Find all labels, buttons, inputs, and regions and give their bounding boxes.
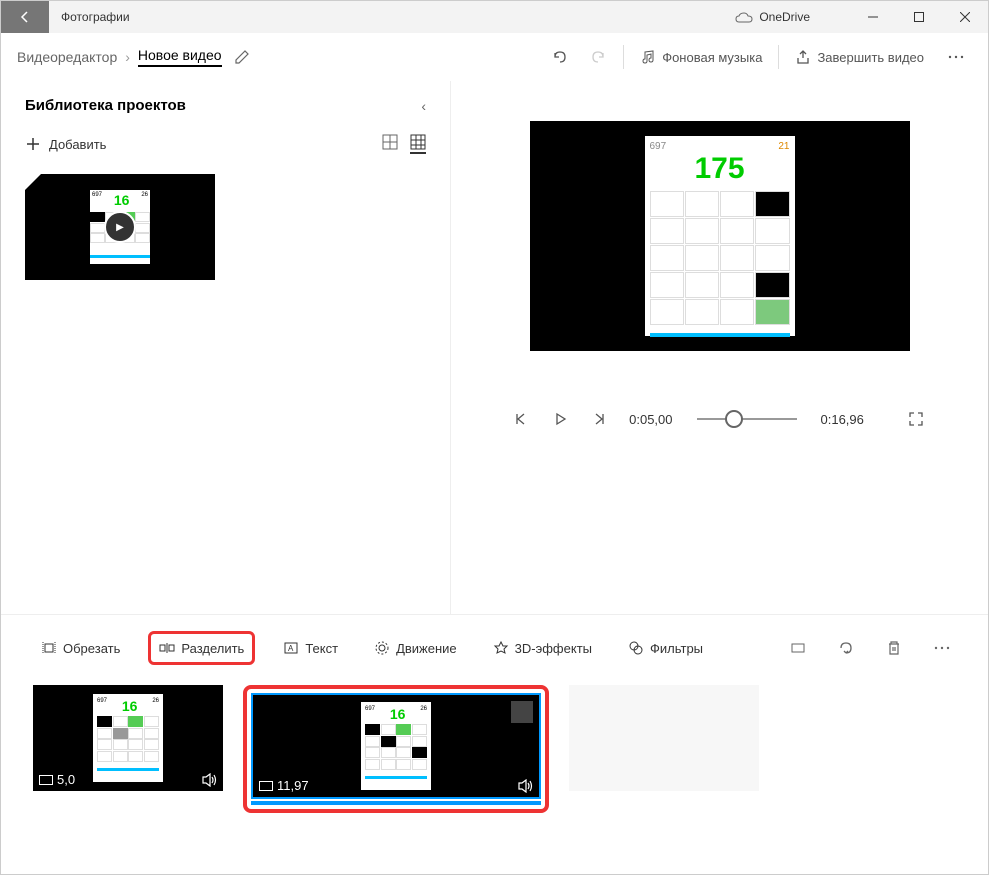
rotate-button[interactable] (832, 634, 860, 662)
player-controls: 0:05,00 0:16,96 (471, 411, 968, 427)
titlebar: Фотографии OneDrive (1, 1, 988, 33)
motion-icon (374, 640, 390, 656)
topbar: Видеоредактор › Новое видео Фоновая музы… (1, 33, 988, 81)
text-icon: A (283, 640, 299, 656)
seek-slider[interactable] (697, 418, 797, 420)
project-title[interactable]: Новое видео (138, 47, 222, 67)
plus-icon (25, 136, 41, 152)
audio-icon (201, 773, 217, 787)
split-button[interactable]: Разделить (148, 631, 255, 665)
view-large-button[interactable] (382, 134, 398, 154)
breadcrumb: Видеоредактор › Новое видео (17, 47, 222, 67)
motion-button[interactable]: Движение (366, 634, 465, 662)
split-icon (159, 640, 175, 656)
total-time: 0:16,96 (821, 412, 864, 427)
view-grid-button[interactable] (410, 134, 426, 154)
3d-effects-button[interactable]: 3D-эффекты (485, 634, 600, 662)
delete-button[interactable] (880, 634, 908, 662)
minimize-button[interactable] (850, 1, 896, 33)
video-icon (259, 781, 273, 791)
timeline-placeholder[interactable] (569, 685, 759, 791)
app-title: Фотографии (49, 10, 735, 24)
timeline-clip-1[interactable]: 6971626 5,0 (33, 685, 223, 813)
clip-toolbar: Обрезать Разделить A Текст Движение 3D-э… (33, 631, 956, 665)
trim-icon (41, 640, 57, 656)
cloud-icon (735, 11, 753, 23)
preview-score: 175 (650, 152, 790, 186)
audio-icon (517, 779, 533, 793)
breadcrumb-editor[interactable]: Видеоредактор (17, 49, 117, 65)
project-library-panel: Библиотека проектов ‹ Добавить 6971626 (1, 81, 451, 614)
export-icon (795, 49, 811, 65)
onedrive-link[interactable]: OneDrive (735, 10, 810, 24)
svg-text:A: A (288, 644, 294, 653)
back-button[interactable] (1, 1, 49, 33)
play-button[interactable] (553, 412, 567, 426)
more-button[interactable] (940, 47, 972, 67)
aspect-ratio-button[interactable] (784, 634, 812, 662)
next-frame-button[interactable] (591, 412, 605, 426)
window-controls (850, 1, 988, 33)
library-title: Библиотека проектов (25, 97, 186, 114)
background-music-button[interactable]: Фоновая музыка (632, 41, 770, 73)
filters-button[interactable]: Фильтры (620, 634, 711, 662)
library-clip[interactable]: 6971626 ▶ (25, 174, 215, 280)
library-collapse-button[interactable]: ‹ (421, 98, 426, 114)
edit-title-button[interactable] (234, 49, 250, 65)
video-icon (39, 775, 53, 785)
finish-video-button[interactable]: Завершить видео (787, 41, 932, 73)
redo-button[interactable] (583, 41, 615, 73)
undo-button[interactable] (543, 41, 575, 73)
maximize-button[interactable] (896, 1, 942, 33)
current-time: 0:05,00 (629, 412, 672, 427)
timeline-panel: Обрезать Разделить A Текст Движение 3D-э… (1, 614, 988, 874)
clip-more-button[interactable] (928, 640, 956, 656)
filters-icon (628, 640, 644, 656)
preview-area: 697 21 175 0:05,00 0:16,96 (451, 81, 988, 614)
prev-frame-button[interactable] (515, 412, 529, 426)
effects-icon (493, 640, 509, 656)
text-button[interactable]: A Текст (275, 634, 346, 662)
timeline-clip-2[interactable]: 6971626 11,97 (243, 685, 549, 813)
video-preview[interactable]: 697 21 175 (530, 121, 910, 351)
play-icon: ▶ (104, 211, 136, 243)
close-button[interactable] (942, 1, 988, 33)
selection-indicator (511, 701, 533, 723)
add-media-button[interactable]: Добавить (25, 136, 106, 152)
chevron-right-icon: › (125, 49, 130, 65)
fullscreen-button[interactable] (908, 411, 924, 427)
trim-button[interactable]: Обрезать (33, 634, 128, 662)
music-icon (640, 49, 656, 65)
